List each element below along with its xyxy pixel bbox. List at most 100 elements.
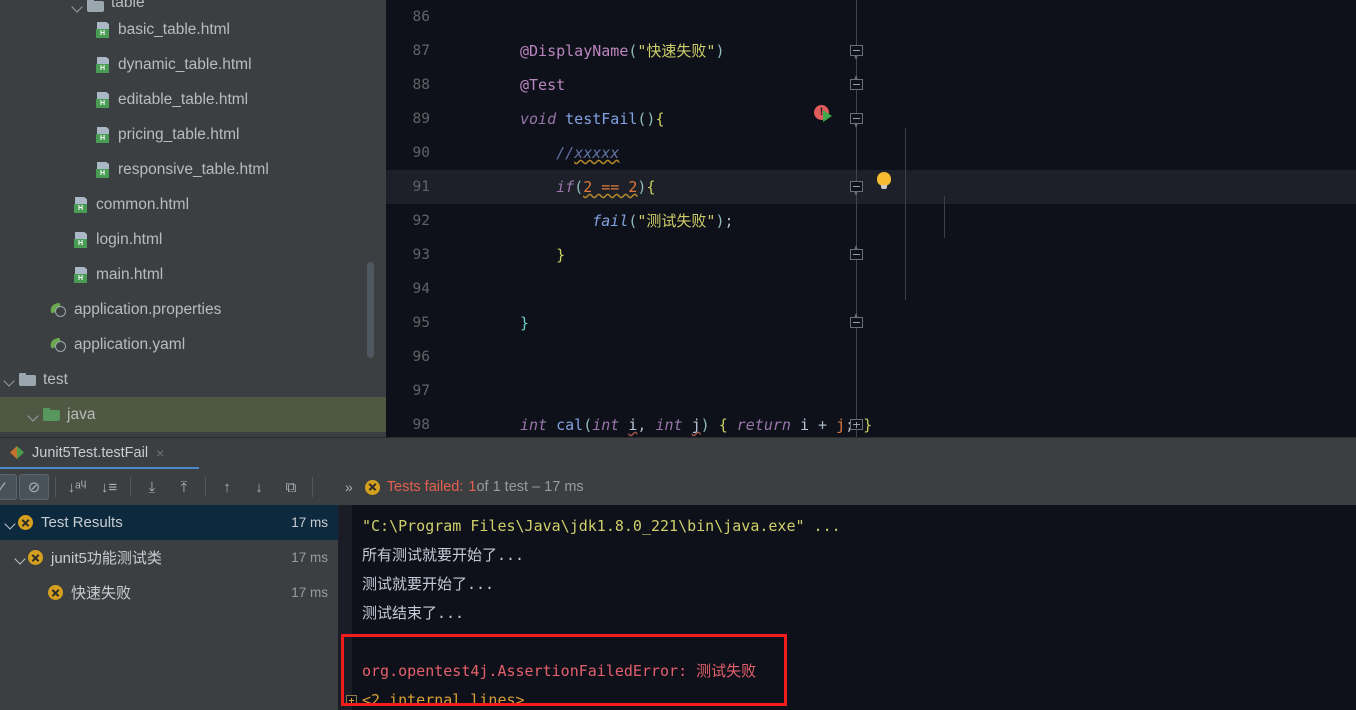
- code-editor[interactable]: 86 87 @DisplayName("快速失败") 88 @Test 89 void te…: [386, 0, 1356, 437]
- run-play-icon[interactable]: [823, 110, 832, 122]
- line-number: 88: [412, 77, 430, 93]
- toolbar-separator: [130, 477, 131, 497]
- html-file-icon: [96, 57, 111, 73]
- run-tab-bar: Junit5Test.testFail ×: [0, 437, 1356, 470]
- chevron-down-icon[interactable]: [28, 409, 40, 421]
- code-line[interactable]: 97: [386, 374, 1356, 408]
- collapse-all-icon: ⤒: [180, 478, 188, 496]
- code-line[interactable]: 96: [386, 340, 1356, 374]
- sidebar-item-label: table: [111, 0, 145, 11]
- line-number: 90: [412, 145, 430, 161]
- sidebar-item-common-html[interactable]: common.html: [0, 187, 386, 222]
- code-fold-toggle[interactable]: [850, 113, 863, 128]
- line-number: 93: [412, 247, 430, 263]
- console-line: 所有测试就要开始了...: [362, 546, 525, 564]
- sidebar-item-editable-table-html[interactable]: editable_table.html: [0, 82, 386, 117]
- intention-lightbulb-icon[interactable]: [876, 172, 892, 191]
- html-file-icon: [96, 22, 111, 38]
- sort-alphabetically[interactable]: ↓ᵃᶣ: [62, 474, 92, 500]
- html-file-icon: [74, 197, 89, 213]
- code-text: fail("测试失败");: [592, 212, 734, 230]
- code-line[interactable]: 98 int cal(int i, int j) { return i + j; …: [386, 408, 1356, 437]
- status-detail: of 1 test – 17 ms: [476, 479, 584, 495]
- sidebar-item-label: common.html: [96, 195, 190, 213]
- code-line[interactable]: 94: [386, 272, 1356, 306]
- console-line: 测试就要开始了...: [362, 575, 495, 593]
- test-results-tree[interactable]: Test Results 17 ms junit5功能测试类 17 ms 快速失败 17 …: [0, 505, 338, 710]
- sidebar-item-main-html[interactable]: main.html: [0, 257, 386, 292]
- toolbar-overflow-icon[interactable]: »: [345, 479, 353, 495]
- tab-junit5test-testfail[interactable]: Junit5Test.testFail ×: [0, 438, 199, 470]
- code-fold-toggle[interactable]: [850, 181, 863, 196]
- folder-icon: [87, 0, 104, 12]
- code-fold-toggle[interactable]: [850, 313, 863, 330]
- code-line[interactable]: 92 fail("测试失败");: [386, 204, 1356, 238]
- next-failed-test[interactable]: ↓: [244, 474, 274, 500]
- sidebar-item-label: test: [43, 370, 68, 388]
- sidebar-item-application-yaml[interactable]: application.yaml: [0, 327, 386, 362]
- test-tree-row[interactable]: Test Results 17 ms: [0, 505, 338, 540]
- sidebar-item-login-html[interactable]: login.html: [0, 222, 386, 257]
- sidebar-item-label: application.properties: [74, 300, 222, 318]
- code-fold-toggle[interactable]: [850, 245, 863, 262]
- test-history[interactable]: ⧉: [276, 474, 306, 500]
- console-fold-expand-icon[interactable]: [346, 695, 357, 706]
- code-text: }: [520, 314, 530, 332]
- code-line[interactable]: 88 @Test: [386, 68, 1356, 102]
- html-file-icon: [96, 92, 111, 108]
- project-tree-panel[interactable]: table basic_table.html dynamic_table.htmle…: [0, 0, 386, 437]
- console-line: org.opentest4j.AssertionFailedError: 测试失…: [362, 662, 757, 680]
- run-test-gutter-icon[interactable]: [814, 104, 840, 128]
- sidebar-item-application-properties[interactable]: application.properties: [0, 292, 386, 327]
- code-line[interactable]: 95}: [386, 306, 1356, 340]
- test-tree-row[interactable]: junit5功能测试类 17 ms: [0, 540, 338, 575]
- code-line[interactable]: 90 //xxxxx: [386, 136, 1356, 170]
- run-toolbar: ✓ ⊘ ↓ᵃᶣ ↓≡ ⤓ ⤒ ↑ ↓ ⧉ » Tests failed: 1 of 1 test…: [0, 469, 1356, 505]
- sidebar-item-table[interactable]: table: [0, 0, 386, 12]
- test-failed-icon: [364, 479, 380, 495]
- test-history-icon: ⧉: [285, 478, 297, 496]
- sidebar-item-pricing-table-html[interactable]: pricing_table.html: [0, 117, 386, 152]
- code-text: //xxxxx: [556, 144, 620, 162]
- line-number: 87: [412, 43, 430, 59]
- sidebar-item-java[interactable]: java: [0, 397, 386, 432]
- sidebar-item-label: java: [67, 405, 96, 423]
- test-tree-row[interactable]: 快速失败 17 ms: [0, 575, 338, 610]
- sidebar-item-basic-table-html[interactable]: basic_table.html: [0, 12, 386, 47]
- show-passed-toggle[interactable]: ✓: [0, 474, 17, 500]
- sidebar-item-label: main.html: [96, 265, 164, 283]
- code-fold-toggle[interactable]: [850, 45, 863, 60]
- sidebar-item-responsive-table-html[interactable]: responsive_table.html: [0, 152, 386, 187]
- tab-label: Junit5Test.testFail: [32, 444, 149, 461]
- chevron-down-icon[interactable]: [72, 0, 84, 12]
- code-line[interactable]: 91 if(2 == 2){: [386, 170, 1356, 204]
- collapse-all[interactable]: ⤒: [169, 474, 199, 500]
- project-tree-scrollbar[interactable]: [367, 262, 374, 358]
- sort-alphabetically-icon: ↓ᵃᶣ: [67, 478, 87, 496]
- lightbulb-glass: [877, 172, 891, 186]
- indent-guide: [905, 128, 906, 300]
- code-fold-toggle[interactable]: [850, 419, 863, 432]
- code-fold-toggle[interactable]: [850, 75, 863, 92]
- code-text: @DisplayName("快速失败"): [520, 42, 725, 60]
- expand-all[interactable]: ⤓: [137, 474, 167, 500]
- sidebar-item-test[interactable]: test: [0, 362, 386, 397]
- code-line[interactable]: 87 @DisplayName("快速失败"): [386, 34, 1356, 68]
- code-line[interactable]: 89 void testFail(){: [386, 102, 1356, 136]
- hide-passed-toggle[interactable]: ⊘: [19, 474, 49, 500]
- console-output[interactable]: "C:\Program Files\Java\jdk1.8.0_221\bin\…: [338, 505, 1356, 710]
- console-line: <2 internal lines>: [362, 691, 525, 709]
- sort-by-duration[interactable]: ↓≡: [94, 474, 124, 500]
- folder-green-icon: [43, 408, 60, 421]
- chevron-down-icon[interactable]: [4, 374, 16, 386]
- previous-failed-test[interactable]: ↑: [212, 474, 242, 500]
- hide-passed-toggle-icon: ⊘: [27, 478, 41, 496]
- code-text: @Test: [520, 76, 566, 94]
- close-icon[interactable]: ×: [156, 446, 164, 460]
- code-line[interactable]: 93 }: [386, 238, 1356, 272]
- sidebar-item-dynamic-table-html[interactable]: dynamic_table.html: [0, 47, 386, 82]
- code-line[interactable]: 86: [386, 0, 1356, 34]
- line-number: 98: [412, 417, 430, 433]
- console-gutter: [338, 505, 352, 710]
- sort-by-duration-icon: ↓≡: [100, 478, 118, 496]
